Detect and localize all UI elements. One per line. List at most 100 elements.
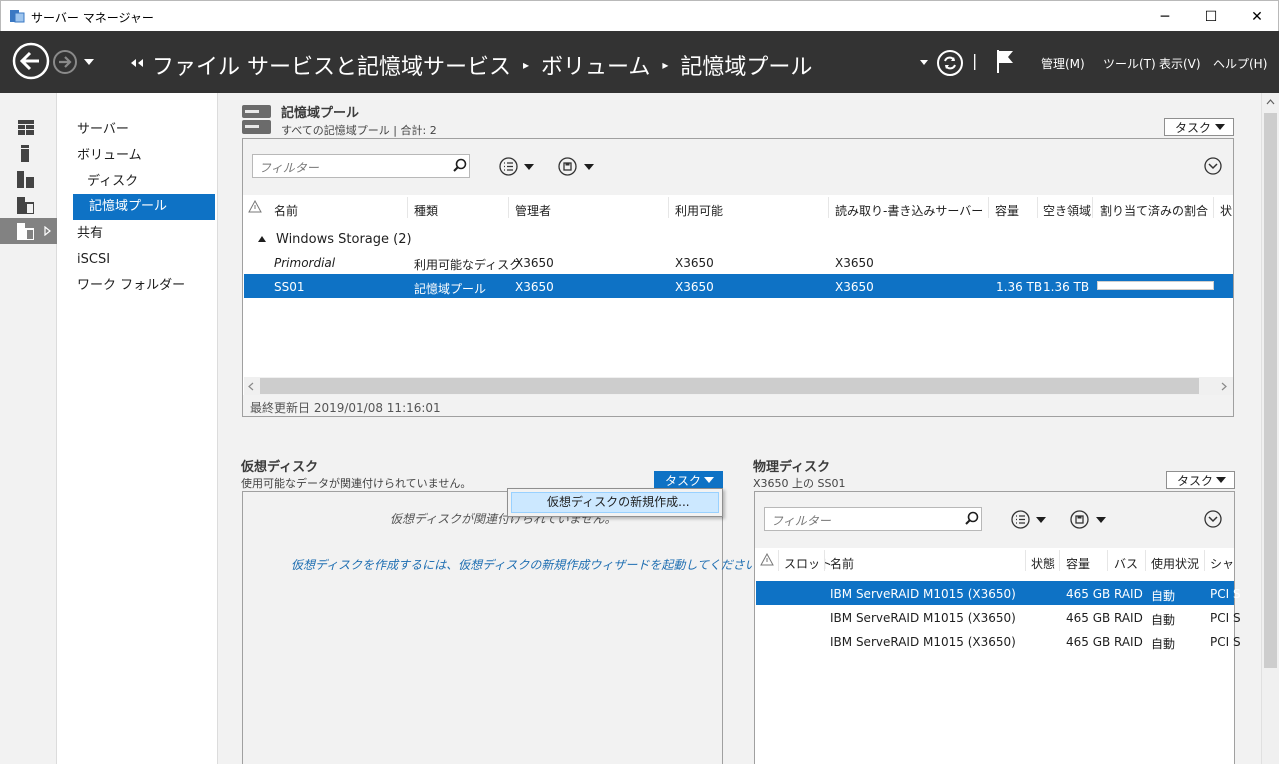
column-header-usage[interactable]: 使用状況 <box>1151 555 1199 572</box>
save-query-icon[interactable] <box>558 157 577 176</box>
chevron-down-icon <box>1216 477 1226 483</box>
local-server-icon <box>21 145 29 162</box>
column-header-type[interactable]: 種類 <box>414 202 438 219</box>
breadcrumb-root-icon[interactable] <box>130 58 144 68</box>
disk-bus: RAID <box>1114 635 1143 649</box>
warning-sort-icon[interactable] <box>248 200 262 214</box>
header-divider: | <box>972 51 978 70</box>
column-header-name[interactable]: 名前 <box>274 202 298 219</box>
breadcrumb-item-volumes[interactable]: ボリューム <box>541 49 650 81</box>
save-query-dropdown-icon[interactable] <box>1096 517 1106 523</box>
table-row[interactable]: IBM ServeRAID M1015 (X3650) 465 GB RAID … <box>756 629 1241 653</box>
column-header-allocated[interactable]: 割り当て済みの割合 <box>1100 202 1208 219</box>
column-header-name[interactable]: 名前 <box>830 555 854 572</box>
nav-item-servers[interactable]: サーバー <box>77 117 129 143</box>
menu-help[interactable]: ヘルプ(H) <box>1213 55 1267 72</box>
disk-usage: 自動 <box>1151 613 1176 627</box>
nav-item-storage-pools[interactable]: 記憶域プール <box>73 194 215 220</box>
physical-disks-filter-input[interactable]: フィルター <box>764 507 982 531</box>
new-virtual-disk-hint-link[interactable]: 仮想ディスクを作成するには、仮想ディスクの新規作成ウィザードを起動してください。 <box>291 556 769 573</box>
expand-chevron-icon[interactable] <box>44 226 51 236</box>
horizontal-scrollbar[interactable] <box>244 377 1233 395</box>
pool-available: X3650 <box>675 256 714 270</box>
scroll-thumb[interactable] <box>260 378 1199 394</box>
nav-item-volumes[interactable]: ボリューム <box>77 143 142 169</box>
nav-item-work-folders[interactable]: ワーク フォルダー <box>77 273 185 299</box>
menu-item-new-virtual-disk[interactable]: 仮想ディスクの新規作成... <box>511 492 719 513</box>
group-collapse-icon[interactable] <box>258 236 266 242</box>
disk-capacity: 465 GB <box>1066 635 1111 649</box>
group-label[interactable]: Windows Storage (2) <box>276 232 412 247</box>
icon-rail <box>0 93 57 764</box>
rail-all-servers[interactable] <box>0 166 57 192</box>
dashboard-icon <box>18 120 34 135</box>
rail-storage-services[interactable] <box>0 218 57 244</box>
scroll-left-icon[interactable] <box>248 382 254 391</box>
column-header-chassis[interactable]: シャ <box>1210 555 1234 572</box>
scroll-up-icon[interactable] <box>1266 99 1275 105</box>
save-query-icon[interactable] <box>1070 510 1089 529</box>
save-query-dropdown-icon[interactable] <box>584 164 594 170</box>
column-header-bus[interactable]: バス <box>1114 555 1138 572</box>
menu-manage[interactable]: 管理(M) <box>1041 55 1085 72</box>
storage-pools-tasks-button[interactable]: タスク <box>1164 118 1234 136</box>
filter-placeholder: フィルター <box>771 514 831 528</box>
column-header-status[interactable]: 状態 <box>1031 555 1055 572</box>
table-row-selected[interactable]: SS01 記憶域プール X3650 X3650 X3650 1.36 TB 1.… <box>244 274 1233 298</box>
close-button[interactable]: ✕ <box>1234 1 1279 32</box>
search-icon[interactable] <box>453 158 467 172</box>
warning-sort-icon[interactable] <box>760 553 774 567</box>
table-row-selected[interactable]: IBM ServeRAID M1015 (X3650) 465 GB RAID … <box>756 581 1241 605</box>
search-icon[interactable] <box>965 511 979 525</box>
disk-chassis: PCI S <box>1210 635 1241 649</box>
rail-dashboard[interactable] <box>0 114 57 140</box>
disk-name: IBM ServeRAID M1015 (X3650) <box>830 611 1016 625</box>
scroll-right-icon[interactable] <box>1221 382 1227 391</box>
storage-pools-panel: フィルター 名前 種類 管理者 利用可能 読み取り-書き込みサーバー 容量 空き… <box>242 138 1234 417</box>
rail-file-services[interactable] <box>0 192 57 218</box>
column-header-capacity[interactable]: 容量 <box>1066 555 1090 572</box>
menu-view[interactable]: 表示(V) <box>1159 55 1201 72</box>
list-options-icon[interactable] <box>499 157 518 176</box>
expand-collapse-icon[interactable] <box>1204 157 1222 175</box>
column-header-free-space[interactable]: 空き領域 <box>1043 202 1091 219</box>
disk-name: IBM ServeRAID M1015 (X3650) <box>830 587 1016 601</box>
menu-tools[interactable]: ツール(T) <box>1103 55 1156 72</box>
column-header-available[interactable]: 利用可能 <box>675 202 723 219</box>
forward-button[interactable] <box>52 49 78 75</box>
window-titlebar: サーバー マネージャー ─ ☐ ✕ <box>0 0 1279 31</box>
storage-pools-toolbar: フィルター <box>243 139 1233 195</box>
minimize-button[interactable]: ─ <box>1142 1 1188 32</box>
maximize-button[interactable]: ☐ <box>1188 1 1234 32</box>
breadcrumb-item-file-services[interactable]: ファイル サービスと記憶域サービス <box>152 49 511 81</box>
table-row[interactable]: IBM ServeRAID M1015 (X3650) 465 GB RAID … <box>756 605 1241 629</box>
column-header-manager[interactable]: 管理者 <box>515 202 551 219</box>
back-button[interactable] <box>12 42 50 80</box>
scroll-thumb[interactable] <box>1264 113 1277 668</box>
list-options-icon[interactable] <box>1011 510 1030 529</box>
storage-pools-title: 記憶域プール <box>281 106 360 121</box>
tasks-label: タスク <box>1175 120 1212 135</box>
refresh-icon[interactable] <box>936 49 964 77</box>
column-header-capacity[interactable]: 容量 <box>995 202 1019 219</box>
table-row[interactable]: Primordial 利用可能なディスク X3650 X3650 X3650 <box>244 252 1233 274</box>
breadcrumb-item-storage-pools: 記憶域プール <box>680 55 813 80</box>
allocated-progress-bar <box>1097 281 1214 290</box>
nav-item-shares[interactable]: 共有 <box>77 221 103 247</box>
rail-local-server[interactable] <box>0 140 57 166</box>
physical-disks-tasks-button[interactable]: タスク <box>1166 471 1235 489</box>
column-header-status[interactable]: 状 <box>1220 202 1232 219</box>
list-options-dropdown-icon[interactable] <box>1036 517 1046 523</box>
history-dropdown-icon[interactable] <box>83 58 95 66</box>
disk-chassis: PCI S <box>1210 587 1241 601</box>
breadcrumb-dropdown-icon[interactable] <box>919 59 929 67</box>
nav-item-iscsi[interactable]: iSCSI <box>77 247 110 273</box>
list-options-dropdown-icon[interactable] <box>524 164 534 170</box>
virtual-disks-tasks-button[interactable]: タスク <box>654 471 723 489</box>
nav-item-disks[interactable]: ディスク <box>87 169 138 195</box>
vertical-scrollbar[interactable] <box>1261 93 1279 764</box>
notifications-flag-icon[interactable] <box>996 48 1016 74</box>
storage-pools-filter-input[interactable]: フィルター <box>252 154 470 178</box>
expand-collapse-icon[interactable] <box>1204 510 1222 528</box>
column-header-rw-server[interactable]: 読み取り-書き込みサーバー <box>835 202 983 219</box>
